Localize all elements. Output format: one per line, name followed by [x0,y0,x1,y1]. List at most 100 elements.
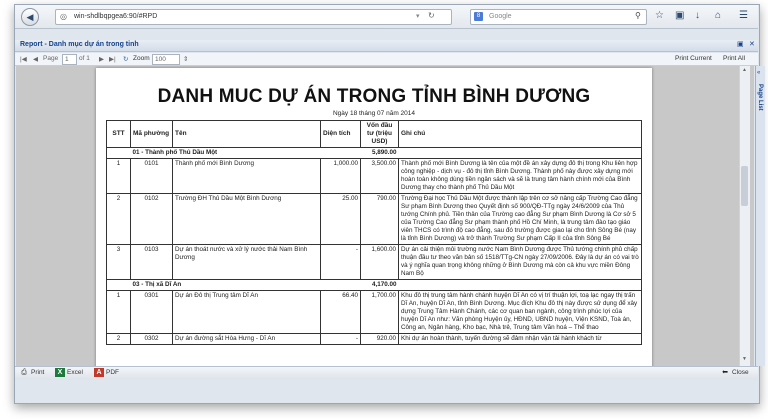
page-count: of 1 [79,55,90,62]
excel-button[interactable]: Excel [67,369,83,376]
globe-icon: ◎ [60,12,67,21]
cell-area: 66.40 [320,290,361,334]
cell-name: Dự án đường sắt Hòa Hưng - Dĩ An [172,333,321,345]
restore-icon[interactable]: ▣ [737,40,744,48]
page-label: Page [43,55,59,62]
dropdown-icon[interactable]: ▾ [416,12,420,20]
print-current-button[interactable]: Print Current [675,55,712,62]
cell-capital: 3,500.00 [360,158,399,194]
cell-code: 0301 [130,290,173,334]
next-page-icon[interactable]: ▶ [99,55,104,63]
cell-name: Dự án Đô thị Trung tâm Dĩ An [172,290,321,334]
vertical-scrollbar[interactable]: ▲ ▼ [739,66,750,366]
cell-stt: 3 [106,244,131,280]
print-all-button[interactable]: Print All [723,55,745,62]
report-viewer: DANH MUC DỰ ÁN TRONG TỈNH BÌNH DƯƠNG Ngà… [16,66,754,366]
cell-name: Thành phố mới Bình Dương [172,158,321,194]
google-icon: 8 [474,12,483,21]
cell-note: Khu đô thị trung tâm hành chánh huyện Dĩ… [398,290,642,334]
cell-stt: 2 [106,193,131,245]
table-header-row: STT Mã phường Tên Diện tích Vốn đầu tư (… [106,120,642,148]
cell-code: 0302 [130,333,173,345]
close-icon[interactable]: ✕ [749,40,755,48]
cell-code: 0103 [130,244,173,280]
cell-stt: 1 [106,158,131,194]
zoom-spinner-icon[interactable]: ⇕ [183,55,188,63]
group-row: 03 - Thị xã Dĩ An 4,170.00 [106,279,642,291]
zoom-input[interactable]: 100 [152,54,180,65]
project-table: STT Mã phường Tên Diện tích Vốn đầu tư (… [106,120,642,345]
refresh-icon[interactable]: ↻ [123,55,128,63]
cell-capital: 920.00 [360,333,399,345]
cell-stt: 1 [106,290,131,334]
cell-capital: 790.00 [360,193,399,245]
cell-note: Dự án cải thiện môi trường nước Nam Bình… [398,244,642,280]
reload-icon[interactable]: ↻ [428,11,435,20]
home-icon[interactable]: ⌂ [715,10,721,21]
cell-name: Dự án thoát nước và xử lý nước thải Nam … [172,244,321,280]
close-button[interactable]: Close [732,369,749,376]
first-page-icon[interactable]: |◀ [20,55,27,63]
export-bar: ⎙ Print X Excel A PDF ⬅ Close [15,366,758,380]
collapse-icon[interactable]: « [757,70,760,76]
browser-toolbar: ◀ ◎ win-shdlbqpgea6:90/#RPD ▾ ↻ 8 Google… [15,5,758,29]
search-box[interactable]: 8 Google ⚲ [470,9,647,25]
report-title: Report - Danh mục dự án trong tỉnh [20,41,139,48]
cell-note: Khi dự án hoàn thành, tuyến đường sẽ đảm… [398,333,642,345]
report-toolbar: |◀ ◀ Page 1 of 1 ▶ ▶| ↻ Zoom 100 ⇕ Print… [15,53,758,66]
group-name: 01 - Thành phố Thủ Dầu Một [130,147,361,159]
pdf-button[interactable]: PDF [106,369,119,376]
search-placeholder: Google [489,13,512,20]
header-capital: Vốn đầu tư (triệu USD) [360,120,399,148]
scroll-up-icon[interactable]: ▲ [742,67,747,73]
table-row: 2 0102 Trường ĐH Thủ Dầu Một Bình Dương … [106,193,642,245]
group-name: 03 - Thị xã Dĩ An [130,279,361,291]
menu-icon[interactable]: ☰ [739,10,748,21]
header-note: Ghi chú [398,120,642,148]
group-row: 01 - Thành phố Thủ Dầu Một 5,890.00 [106,147,642,159]
page-list-label: Page List [757,84,763,111]
scroll-down-icon[interactable]: ▼ [742,356,747,362]
star-icon[interactable]: ☆ [655,10,664,21]
scroll-thumb[interactable] [741,166,748,206]
zoom-label: Zoom [133,55,150,62]
print-button[interactable]: Print [31,369,44,376]
group-total: 4,170.00 [360,279,399,291]
cell-code: 0101 [130,158,173,194]
cell-code: 0102 [130,193,173,245]
cell-name: Trường ĐH Thủ Dầu Một Bình Dương [172,193,321,245]
page-input[interactable]: 1 [62,54,77,65]
printer-icon[interactable]: ⎙ [19,368,29,377]
header-stt: STT [106,120,131,148]
document-title: DANH MUC DỰ ÁN TRONG TỈNH BÌNH DƯƠNG [157,86,591,107]
cell-stt: 2 [106,333,131,345]
cell-area: - [320,333,361,345]
url-text: win-shdlbqpgea6:90/#RPD [74,13,158,20]
table-row: 3 0103 Dự án thoát nước và xử lý nước th… [106,244,642,280]
excel-icon[interactable]: X [55,368,65,377]
table-row: 1 0101 Thành phố mới Bình Dương 1,000.00… [106,158,642,194]
cell-area: - [320,244,361,280]
cell-capital: 1,700.00 [360,290,399,334]
search-icon[interactable]: ⚲ [635,11,641,20]
cell-note: Trường Đại học Thủ Dầu Một được thành lậ… [398,193,642,245]
pdf-icon[interactable]: A [94,368,104,377]
clipboard-icon[interactable]: ▣ [675,10,684,21]
cell-note: Thành phố mới Bình Dương là tên của một … [398,158,642,194]
download-icon[interactable]: ↓ [695,10,700,21]
table-row: 2 0302 Dự án đường sắt Hòa Hưng - Dĩ An … [106,333,642,345]
cell-area: 25.00 [320,193,361,245]
header-area: Diện tích [320,120,361,148]
close-arrow-icon[interactable]: ⬅ [720,368,730,377]
address-bar[interactable]: ◎ win-shdlbqpgea6:90/#RPD ▾ ↻ [55,9,452,25]
cell-capital: 1,600.00 [360,244,399,280]
back-arrow-icon: ◀ [26,12,34,22]
cell-area: 1,000.00 [320,158,361,194]
back-button[interactable]: ◀ [21,8,39,26]
header-name: Tên [172,120,321,148]
header-code: Mã phường [130,120,173,148]
last-page-icon[interactable]: ▶| [109,55,116,63]
prev-page-icon[interactable]: ◀ [33,55,38,63]
report-title-bar: Report - Danh mục dự án trong tỉnh ▣ ✕ [15,40,758,52]
page-list-panel[interactable]: « Page List [755,66,765,366]
